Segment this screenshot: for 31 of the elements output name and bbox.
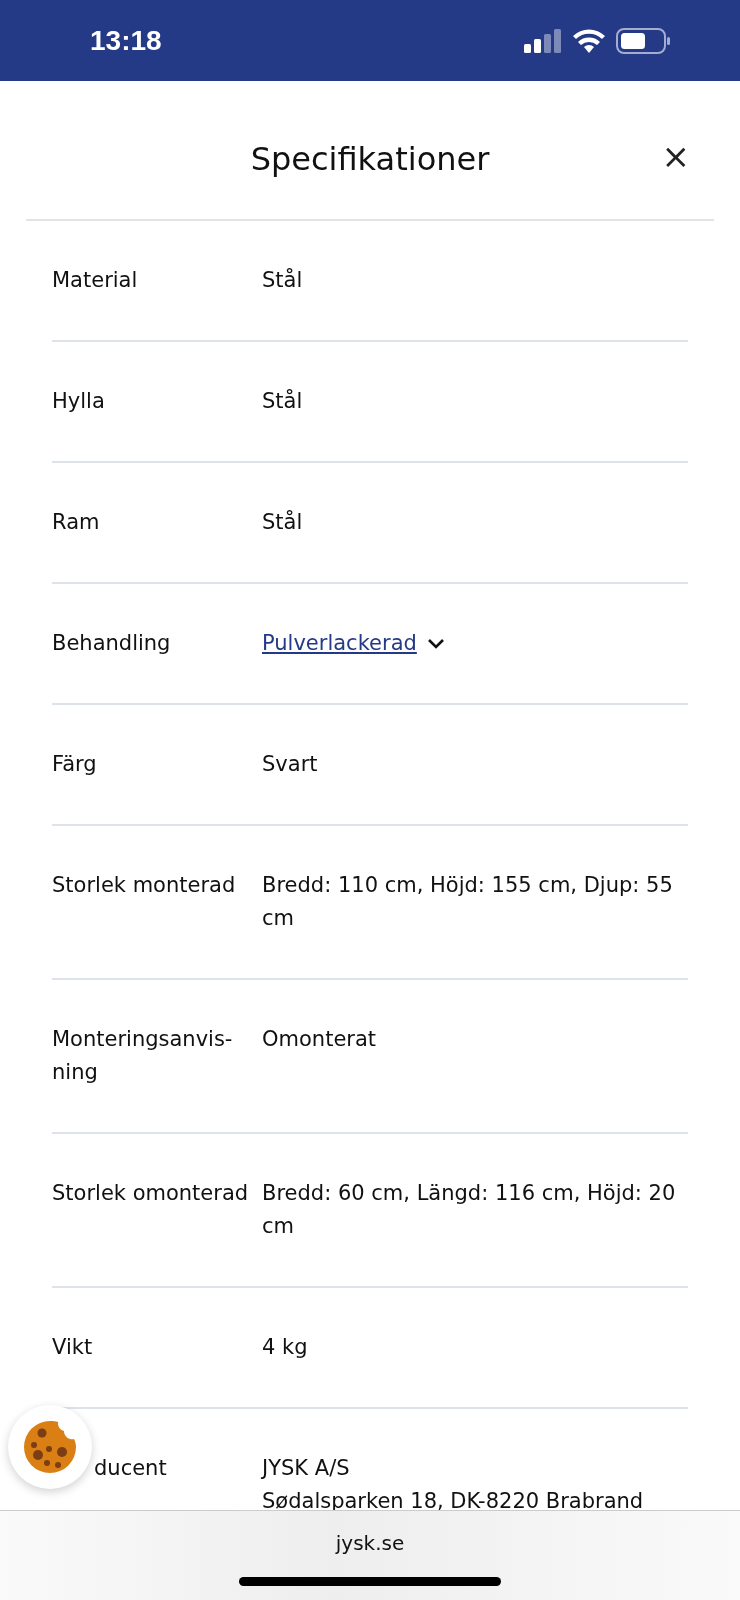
spec-label: Hylla: [52, 388, 106, 415]
signal-icon: [524, 28, 562, 53]
spec-label: Material: [52, 267, 139, 294]
spec-value: Stål: [262, 509, 304, 536]
spec-value: 4 kg: [262, 1334, 309, 1361]
spec-value: Svart: [262, 751, 319, 778]
spec-label: Ram: [52, 509, 101, 536]
chevron-down-icon[interactable]: [426, 637, 445, 650]
status-time: 13:18: [90, 24, 162, 57]
battery-icon: [616, 27, 670, 54]
spec-label: Färg: [52, 751, 98, 778]
spec-label: Vikt: [52, 1334, 94, 1361]
spec-label: Behandling: [52, 630, 172, 657]
dialog-title: Specifikationer: [250, 140, 490, 178]
spec-value: Omonterat: [262, 1026, 378, 1053]
spec-link[interactable]: Pulverlackerad: [262, 627, 417, 660]
url-text[interactable]: jysk.se: [335, 1531, 405, 1555]
close-button[interactable]: ×: [657, 137, 694, 175]
spec-label: ducent: [93, 1455, 167, 1482]
spec-value: Bredd: 110 cm, Höjd: 155 cm, Djup: 55 cm: [262, 872, 674, 932]
spec-label: Storlek monterad: [52, 872, 237, 899]
spec-value: Stål: [262, 388, 304, 415]
spec-value: JYSK A/S: [262, 1455, 351, 1482]
cookie-icon: [22, 1419, 78, 1475]
spec-value: Sødalsparken 18, DK-8220 Brabrand: [262, 1488, 645, 1515]
wifi-icon: [572, 28, 606, 53]
spec-value: Bredd: 60 cm, Längd: 116 cm, Höjd: 20 cm: [262, 1180, 677, 1240]
cookie-button[interactable]: [8, 1405, 92, 1489]
spec-label: Storlek omonterad: [52, 1180, 250, 1207]
spec-value: Stål: [262, 267, 304, 294]
spec-label: Monteringsanvis-ning: [52, 1026, 234, 1086]
